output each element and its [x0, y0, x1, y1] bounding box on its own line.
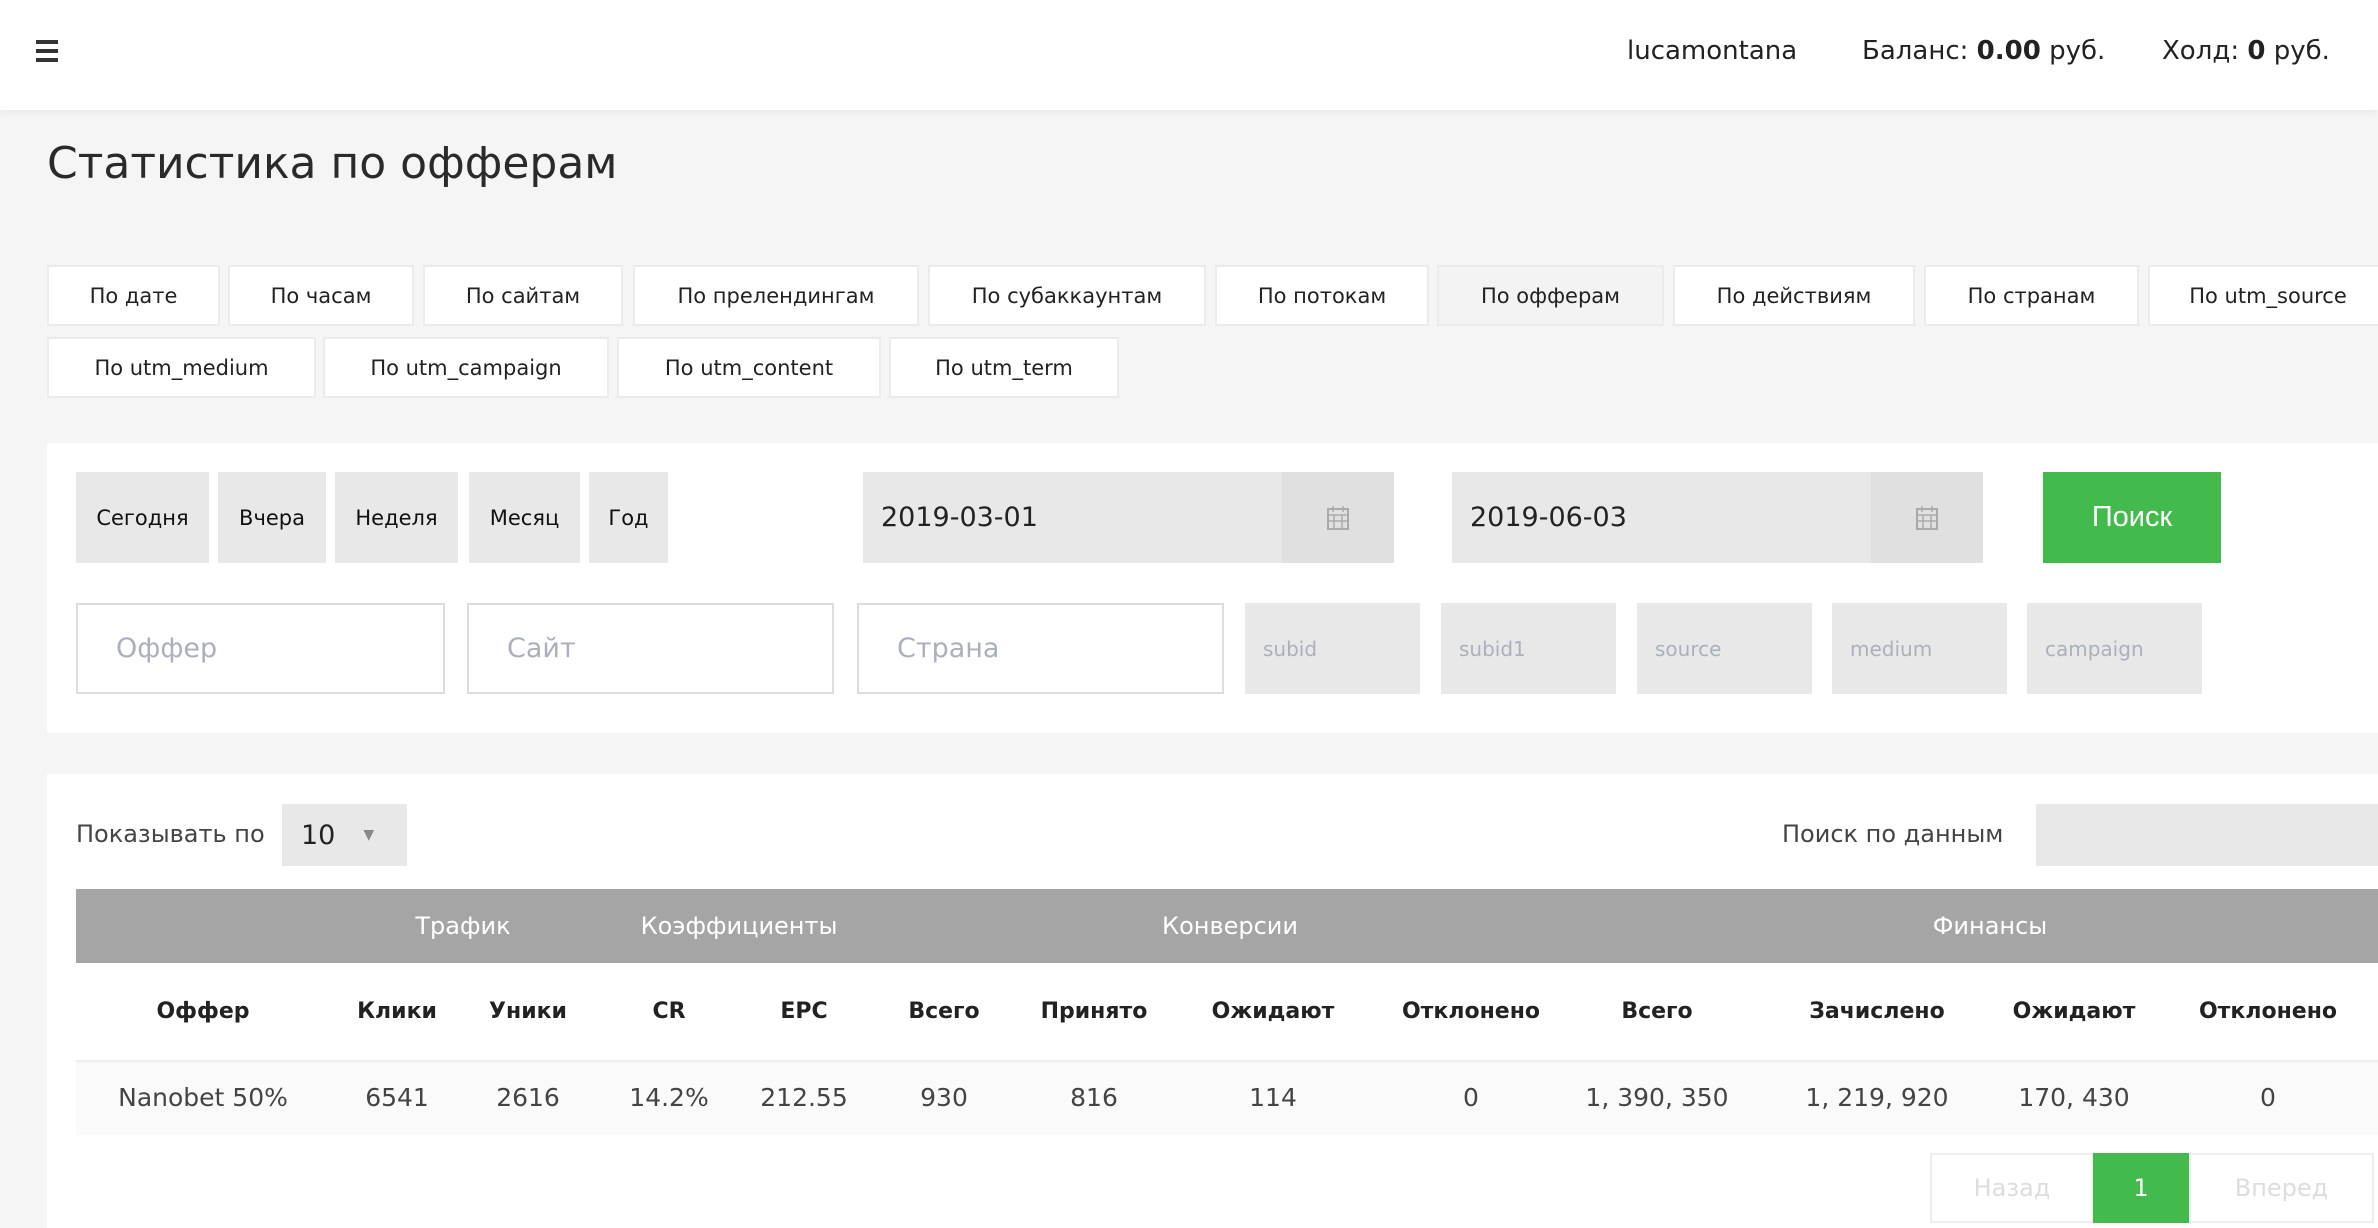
table-cell: 170, 430 [2018, 1083, 2130, 1112]
table-cell: 1, 219, 920 [1805, 1083, 1949, 1112]
subid-filter-input[interactable]: medium [1832, 603, 2007, 694]
column-group-header: Коэффициенты [640, 912, 838, 940]
username[interactable]: lucamontana [1627, 36, 1797, 66]
top-bar: lucamontana Баланс: 0.00 руб. Холд: 0 ру… [0, 0, 2378, 110]
table-cell: 14.2% [629, 1083, 709, 1112]
filter-input[interactable]: Оффер [76, 603, 445, 694]
table-cell: Nanobet 50% [118, 1083, 288, 1112]
tab-3[interactable]: По прелендингам [633, 265, 919, 326]
page-size-label: Показывать по [76, 820, 265, 848]
calendar-icon[interactable] [1282, 472, 1394, 563]
tab-13[interactable]: По utm_term [889, 337, 1119, 398]
table-cell: 0 [1463, 1083, 1479, 1112]
tab-6[interactable]: По офферам [1437, 265, 1664, 326]
tab-7[interactable]: По действиям [1673, 265, 1915, 326]
table-cell: 6541 [365, 1083, 429, 1112]
table-cell: 2616 [496, 1083, 560, 1112]
page-size-select[interactable]: 10 ▼ [282, 804, 407, 866]
page-title: Статистика по офферам [47, 138, 618, 189]
column-header[interactable]: Отклонено [2199, 963, 2337, 1060]
table-cell: 1, 390, 350 [1585, 1083, 1729, 1112]
subid-filter-input[interactable]: subid [1245, 603, 1420, 694]
column-header[interactable]: Отклонено [1402, 963, 1540, 1060]
column-header[interactable]: Принято [1041, 963, 1148, 1060]
tab-11[interactable]: По utm_campaign [323, 337, 609, 398]
subid-filter-input[interactable]: campaign [2027, 603, 2202, 694]
subid-filter-input[interactable]: subid1 [1441, 603, 1616, 694]
column-header[interactable]: Всего [908, 963, 979, 1060]
column-header[interactable]: Ожидают [1212, 963, 1335, 1060]
data-search-input[interactable] [2036, 804, 2378, 866]
search-button[interactable]: Поиск [2043, 472, 2221, 563]
column-header[interactable]: Зачислено [1809, 963, 1944, 1060]
page-size-value: 10 [301, 819, 336, 851]
menu-icon[interactable] [36, 40, 58, 62]
data-search-label: Поиск по данным [1782, 820, 2004, 848]
column-header[interactable]: Всего [1621, 963, 1692, 1060]
tab-10[interactable]: По utm_medium [47, 337, 316, 398]
table-cell: 114 [1249, 1083, 1297, 1112]
filter-input[interactable]: Страна [857, 603, 1224, 694]
tab-2[interactable]: По сайтам [423, 265, 623, 326]
tab-1[interactable]: По часам [228, 265, 414, 326]
column-header[interactable]: Клики [357, 963, 437, 1060]
column-header[interactable]: EPC [780, 963, 827, 1060]
quick-range-button[interactable]: Вчера [218, 472, 326, 563]
table-cell: 930 [920, 1083, 968, 1112]
filter-input[interactable]: Сайт [467, 603, 834, 694]
table-cell: 0 [2260, 1083, 2276, 1112]
column-group-header: Финансы [1932, 912, 2048, 940]
subid-filter-input[interactable]: source [1637, 603, 1812, 694]
tab-12[interactable]: По utm_content [617, 337, 881, 398]
column-header[interactable]: CR [652, 963, 685, 1060]
column-group-header: Трафик [415, 912, 511, 940]
quick-range-button[interactable]: Год [589, 472, 668, 563]
table-cell: 212.55 [760, 1083, 848, 1112]
balance: Баланс: 0.00 руб. [1862, 36, 2106, 66]
next-page-button[interactable]: Вперед [2189, 1153, 2374, 1223]
tab-4[interactable]: По субаккаунтам [928, 265, 1206, 326]
tab-0[interactable]: По дате [47, 265, 220, 326]
column-header[interactable]: Уники [489, 963, 567, 1060]
page-1-button[interactable]: 1 [2093, 1153, 2189, 1223]
calendar-icon[interactable] [1871, 472, 1983, 563]
quick-range-button[interactable]: Сегодня [76, 472, 209, 563]
quick-range-button[interactable]: Месяц [469, 472, 580, 563]
column-header[interactable]: Ожидают [2013, 963, 2136, 1060]
tab-9[interactable]: По utm_source [2148, 265, 2378, 326]
hold: Холд: 0 руб. [2162, 36, 2330, 66]
quick-range-button[interactable]: Неделя [335, 472, 458, 563]
column-header[interactable]: Оффер [156, 963, 249, 1060]
column-group-header: Конверсии [1162, 912, 1298, 940]
tab-8[interactable]: По странам [1924, 265, 2139, 326]
prev-page-button[interactable]: Назад [1930, 1153, 2094, 1223]
dropdown-arrow-icon: ▼ [363, 827, 375, 843]
tab-5[interactable]: По потокам [1215, 265, 1429, 326]
table-cell: 816 [1070, 1083, 1118, 1112]
